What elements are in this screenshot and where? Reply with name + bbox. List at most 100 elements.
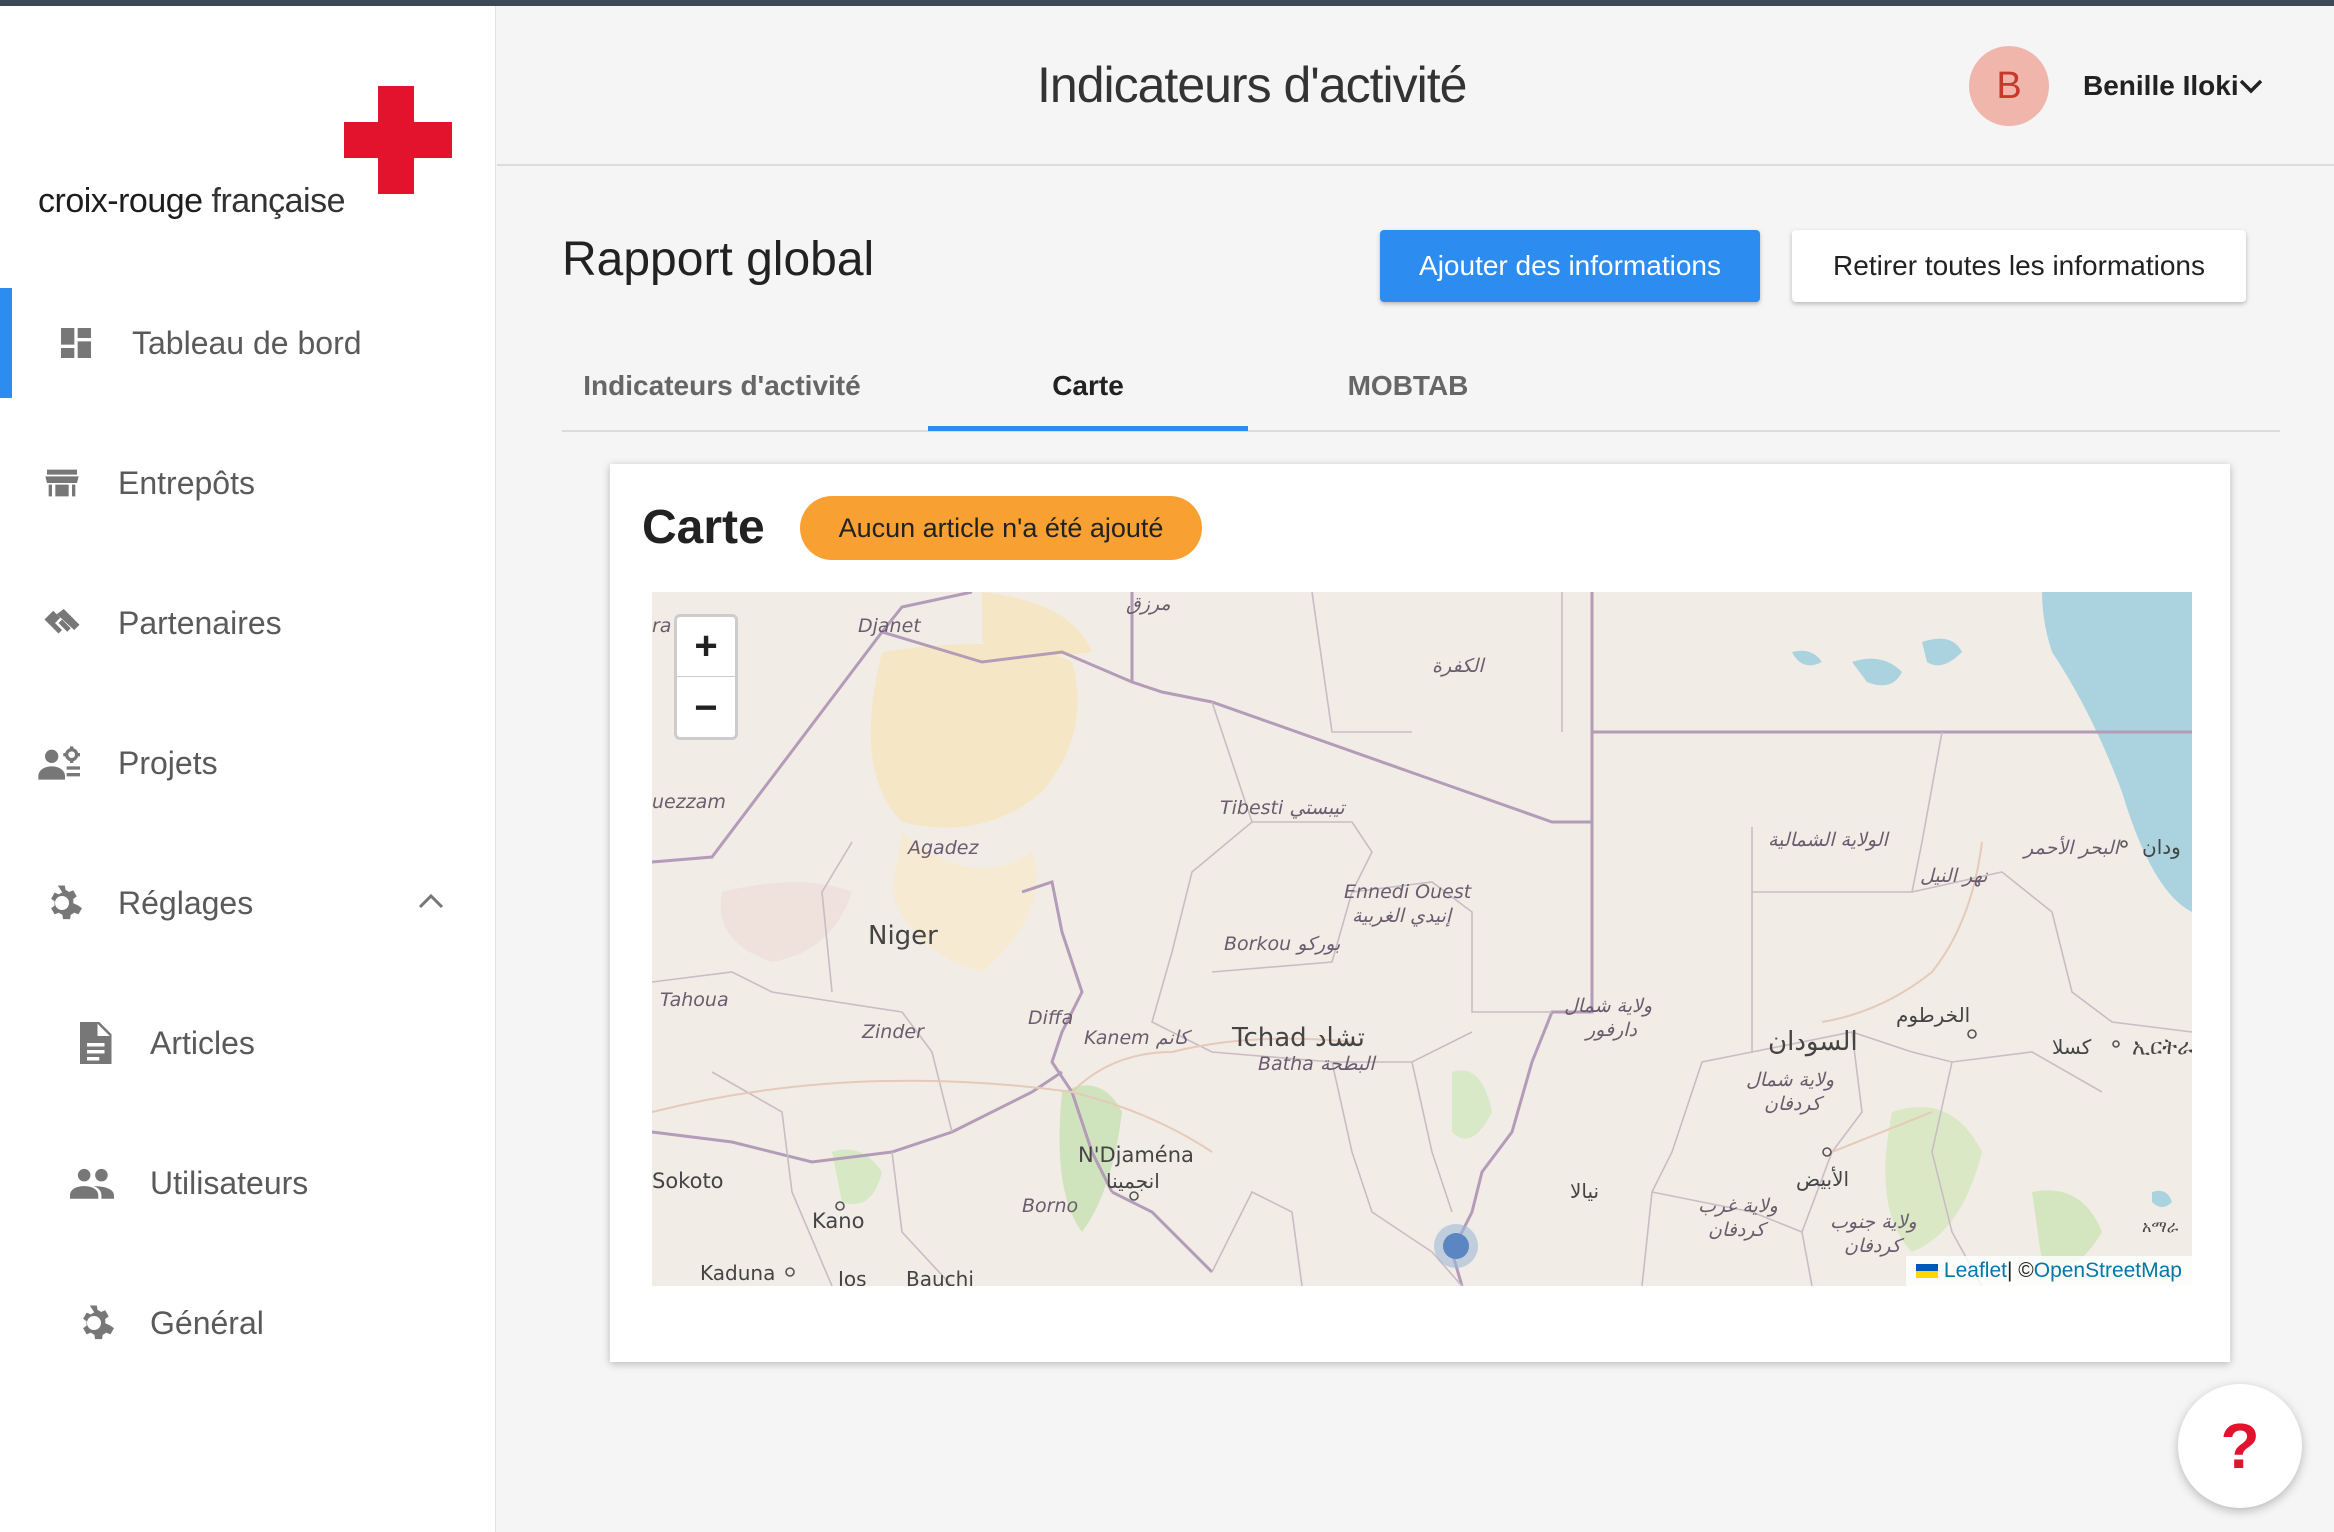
map-label: Jos: [836, 1267, 867, 1286]
map-label: Diffa: [1028, 1007, 1073, 1029]
sidebar-item-general[interactable]: Général: [0, 1268, 496, 1378]
sidebar-item-reglages[interactable]: Réglages: [0, 848, 496, 958]
map-label: Sokoto: [652, 1169, 724, 1193]
map-label: انجمينا: [1106, 1169, 1160, 1193]
header-title: Indicateurs d'activité: [1037, 57, 1467, 113]
map-label: Kano: [812, 1209, 864, 1233]
sidebar-item-tableau-de-bord[interactable]: Tableau de bord: [0, 288, 496, 398]
map-label: كسلا: [2052, 1035, 2092, 1059]
gear-icon: [40, 881, 84, 925]
map-label: Tahoua: [660, 989, 729, 1011]
logo-text-main: croix-rouge: [38, 182, 203, 220]
sidebar-item-label: Utilisateurs: [150, 1164, 309, 1201]
map-label: السودان: [1768, 1027, 1858, 1057]
map-label: Kaduna: [700, 1261, 775, 1285]
map-label: الولاية الشمالية: [1768, 829, 1890, 851]
map-card: Carte Aucun article n'a été ajouté ra Dj…: [610, 464, 2230, 1362]
remove-all-information-button[interactable]: Retirer toutes les informations: [1792, 230, 2246, 302]
sidebar-item-label: Entrepôts: [118, 464, 255, 501]
zoom-out-button[interactable]: −: [677, 678, 735, 738]
map-label: ودان: [2142, 835, 2181, 859]
map-label: الخرطوم: [1896, 1003, 1970, 1027]
map-label: Tchad تشاد: [1231, 1023, 1365, 1053]
croix-rouge-logo[interactable]: croix-rouge française: [38, 86, 458, 236]
sidebar-item-label: Tableau de bord: [132, 324, 362, 361]
map[interactable]: ra Djanet مرزق الكفرة uezzam Agadez Tibe…: [652, 592, 2192, 1286]
sidebar-item-label: Articles: [150, 1024, 255, 1061]
tab-bar: Indicateurs d'activité Carte MOBTAB: [562, 340, 2280, 432]
zoom-in-button[interactable]: +: [677, 617, 735, 677]
map-tiles: ra Djanet مرزق الكفرة uezzam Agadez Tibe…: [652, 592, 2192, 1286]
map-label: الكفرة: [1432, 655, 1486, 677]
handshake-icon: [40, 601, 84, 645]
sidebar-item-label: Général: [150, 1304, 264, 1341]
attribution-separator: | ©: [2006, 1259, 2034, 1282]
tab-mobtab[interactable]: MOBTAB: [1248, 340, 1568, 432]
ukraine-flag-icon: [1915, 1264, 1938, 1278]
add-information-button[interactable]: Ajouter des informations: [1380, 230, 1760, 302]
map-label: N'Djaména: [1078, 1143, 1194, 1167]
map-label: البحر الأحمر: [2022, 835, 2122, 859]
avatar[interactable]: B: [1969, 46, 2049, 126]
logo-text: croix-rouge française: [38, 182, 345, 221]
page-title: Rapport global: [562, 233, 875, 286]
dashboard-icon: [54, 321, 98, 365]
leaflet-link[interactable]: Leaflet: [1944, 1259, 2007, 1283]
tab-carte[interactable]: Carte: [928, 340, 1248, 432]
active-tab-indicator: [928, 426, 1248, 431]
map-label: إنيدي الغربية: [1352, 905, 1454, 927]
map-label: دارفور: [1584, 1019, 1638, 1041]
map-label: Zinder: [861, 1021, 925, 1043]
map-label: ولاية جنوب: [1830, 1211, 1917, 1233]
zoom-control: + −: [674, 614, 738, 740]
user-name[interactable]: Benille Iloki: [2083, 70, 2239, 102]
sidebar-item-articles[interactable]: Articles: [0, 988, 496, 1098]
map-label: كردفان: [1708, 1219, 1769, 1241]
gear-icon: [72, 1301, 116, 1345]
map-label: مرزق: [1126, 593, 1171, 615]
map-label: Borkou بوركو: [1224, 933, 1341, 955]
sidebar-item-label: Réglages: [118, 884, 254, 921]
sidebar-item-entrepots[interactable]: Entrepôts: [0, 428, 496, 538]
warehouse-icon: [40, 461, 84, 505]
map-label: Kanem كانم: [1084, 1027, 1192, 1049]
logo-text-secondary: française: [202, 182, 346, 220]
map-label: Tibesti تيبستي: [1220, 797, 1346, 819]
map-label: نهر النيل: [1920, 865, 1988, 887]
map-label: አማራ: [2142, 1217, 2179, 1236]
map-label: Agadez: [906, 837, 979, 859]
sidebar: croix-rouge française Tableau de bord En…: [0, 6, 496, 1532]
map-label: Niger: [868, 921, 938, 951]
map-label: كردفان: [1844, 1235, 1905, 1257]
card-title: Carte: [642, 501, 765, 554]
sidebar-item-label: Partenaires: [118, 604, 282, 641]
openstreetmap-link[interactable]: OpenStreetMap: [2034, 1259, 2182, 1283]
help-button[interactable]: ?: [2178, 1384, 2302, 1508]
map-label: Ennedi Ouest: [1344, 881, 1473, 903]
map-label: Batha البطحة: [1258, 1053, 1377, 1075]
map-label: Djanet: [858, 615, 922, 637]
map-label: ኢርትራ: [2132, 1035, 2192, 1060]
map-label: ولاية شمال: [1746, 1069, 1834, 1091]
users-icon: [70, 1161, 114, 1205]
chevron-up-icon[interactable]: [416, 890, 446, 917]
sidebar-item-partenaires[interactable]: Partenaires: [0, 568, 496, 678]
map-label: ولاية غرب: [1698, 1195, 1778, 1217]
map-label: ولاية شمال: [1564, 995, 1652, 1017]
sidebar-item-projets[interactable]: Projets: [0, 708, 496, 818]
project-icon: [38, 741, 82, 785]
map-label: نيالا: [1570, 1179, 1599, 1203]
red-cross-horizontal: [344, 122, 452, 158]
sidebar-item-utilisateurs[interactable]: Utilisateurs: [0, 1128, 496, 1238]
status-badge: Aucun article n'a été ajouté: [800, 496, 1202, 560]
map-label: uezzam: [652, 791, 726, 813]
chevron-down-icon[interactable]: [2237, 74, 2265, 98]
map-label: Bauchi: [906, 1267, 974, 1286]
sidebar-item-label: Projets: [118, 744, 218, 781]
map-label: كردفان: [1764, 1093, 1825, 1115]
top-header: Indicateurs d'activité B Benille Iloki: [497, 6, 2334, 166]
map-attribution: Leaflet | © OpenStreetMap: [1905, 1256, 2192, 1286]
map-label: ra: [652, 615, 671, 637]
map-label: الأبيض: [1796, 1167, 1849, 1191]
tab-indicateurs-activite[interactable]: Indicateurs d'activité: [562, 340, 882, 432]
